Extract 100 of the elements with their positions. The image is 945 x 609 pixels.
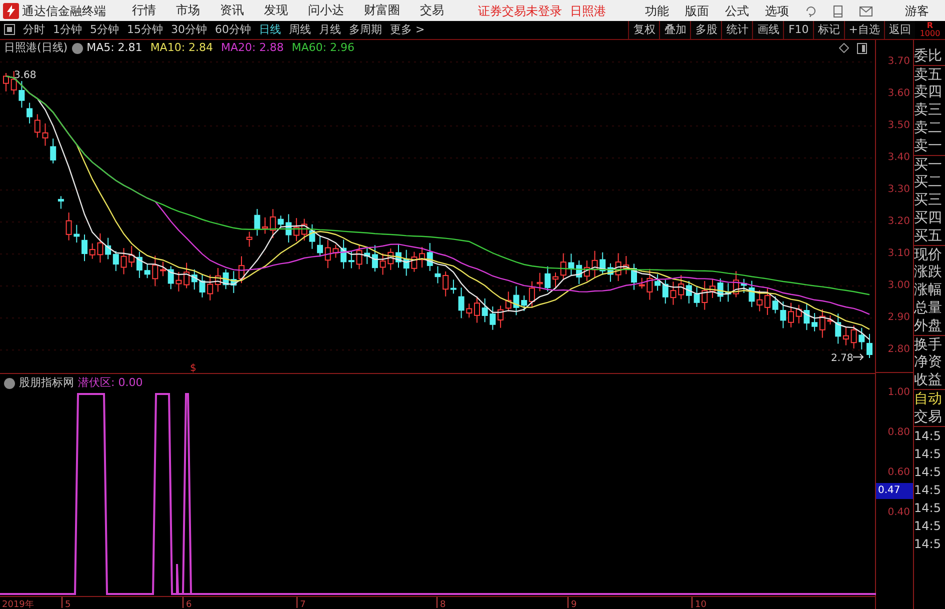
- toolbar-button[interactable]: +自选: [844, 21, 884, 39]
- candlestick: [324, 239, 331, 269]
- candlestick: [866, 333, 872, 358]
- toolbar-button[interactable]: 标记: [812, 21, 844, 39]
- menu-item[interactable]: 选项: [761, 2, 793, 20]
- cursor-value-label: 0.47: [876, 483, 913, 499]
- candlestick: [246, 231, 252, 248]
- quote-field-label: 换手: [914, 335, 945, 353]
- candlestick: [82, 234, 88, 262]
- ma-label: MA20: 2.88: [221, 40, 284, 56]
- collapse-icon[interactable]: [4, 378, 15, 388]
- trade-time: 14:5: [914, 536, 942, 553]
- candlestick: [160, 261, 166, 277]
- toolbar-button[interactable]: 返回: [884, 21, 915, 39]
- quote-tab[interactable]: 自动: [914, 390, 945, 408]
- candlestick: [74, 224, 80, 244]
- candlestick: [623, 256, 630, 275]
- period-tab[interactable]: 更多 >: [386, 21, 429, 39]
- menu-item[interactable]: 资讯: [210, 0, 254, 21]
- candlestick: [238, 256, 244, 284]
- period-tab[interactable]: 分时: [19, 21, 49, 39]
- candlestick: [3, 72, 9, 92]
- menu-item[interactable]: 公式: [721, 2, 753, 20]
- menu-item[interactable]: 财富圈: [354, 0, 410, 21]
- trade-time: 14:5: [914, 500, 942, 517]
- menu-item[interactable]: 行情: [122, 0, 166, 21]
- toolbar-button[interactable]: 多股: [690, 21, 722, 39]
- app-title: 通达信金融终端: [22, 2, 106, 20]
- period-tab[interactable]: 60分钟: [211, 21, 255, 39]
- candlestick: [434, 266, 441, 284]
- toolbar-button[interactable]: 画线: [752, 21, 784, 39]
- candlestick: [18, 80, 25, 108]
- low-price-label: 2.78: [831, 353, 854, 364]
- menu-item[interactable]: 版面: [681, 2, 713, 20]
- logo-icon: [3, 2, 19, 18]
- trade-time: 14:5: [914, 482, 942, 499]
- candlestick: [396, 244, 402, 268]
- quote-field-label: 总量: [914, 299, 943, 317]
- toolbar-button[interactable]: 复权: [628, 21, 660, 39]
- user-label[interactable]: 游客: [905, 2, 929, 20]
- panel-toggle-icon[interactable]: [857, 40, 867, 57]
- candlestick: [230, 270, 237, 294]
- ma-label: MA5: 2.81: [86, 40, 142, 56]
- candlestick: [788, 302, 794, 328]
- candlestick: [58, 196, 64, 210]
- menu-item[interactable]: 问小达: [298, 0, 354, 21]
- candlestick: [176, 271, 182, 292]
- candlestick: [694, 286, 700, 308]
- candlestick: [474, 296, 480, 324]
- toolbar-button[interactable]: F10: [783, 21, 813, 39]
- candlestick: [356, 244, 362, 270]
- candlestick: [702, 280, 708, 310]
- time-axis-label: 8: [440, 600, 446, 608]
- candlestick: [380, 252, 386, 276]
- candlestick: [482, 298, 488, 323]
- candlestick: [278, 215, 284, 228]
- candlestick: [710, 278, 716, 298]
- menu-item[interactable]: 功能: [641, 2, 673, 20]
- period-tab[interactable]: 1分钟: [49, 21, 86, 39]
- collapse-icon[interactable]: [72, 43, 83, 54]
- quote-tab[interactable]: 交易: [914, 408, 945, 426]
- period-tab[interactable]: 30分钟: [167, 21, 211, 39]
- period-tab[interactable]: 15分钟: [123, 21, 167, 39]
- candlestick: [332, 244, 339, 258]
- candlestick: [858, 327, 865, 350]
- signal-mark: $: [190, 363, 196, 373]
- quote-field-label: 卖五: [914, 65, 945, 83]
- candlestick: [120, 248, 127, 275]
- toolbar-button[interactable]: 统计: [721, 21, 752, 39]
- period-tab[interactable]: 5分钟: [86, 21, 123, 39]
- candlestick: [592, 250, 598, 278]
- menu-item[interactable]: 发现: [254, 0, 298, 21]
- time-axis-label: 9: [571, 600, 577, 608]
- candlestick: [388, 248, 394, 270]
- price-axis-label: 3.00: [886, 279, 911, 293]
- trade-time: 14:5: [914, 428, 942, 445]
- period-tab[interactable]: 周线: [285, 21, 315, 39]
- quote-field-label: 涨跌: [914, 263, 943, 281]
- time-axis-label: 2019年: [2, 600, 34, 608]
- quote-field-label: 买三: [914, 191, 943, 209]
- quote-field-label: 卖二: [914, 119, 943, 137]
- menu-item[interactable]: 交易: [410, 0, 454, 21]
- candlestick: [301, 218, 308, 242]
- period-tab[interactable]: 日线: [255, 21, 285, 39]
- badge-letter: R: [926, 22, 934, 30]
- time-axis-label: 7: [300, 600, 306, 608]
- period-tab[interactable]: 多周期: [345, 21, 386, 39]
- login-status[interactable]: 证券交易未登录: [478, 2, 562, 20]
- candlestick: [804, 302, 810, 331]
- candlestick: [646, 268, 653, 300]
- period-tab[interactable]: 月线: [315, 21, 345, 39]
- toolbar-button[interactable]: 叠加: [659, 21, 690, 39]
- quote-field-label: 净资: [914, 353, 943, 371]
- indicator-name: 股朋指标网: [19, 374, 74, 391]
- candlestick: [772, 296, 778, 314]
- menu-item[interactable]: 市场: [166, 0, 210, 21]
- quote-field-label: 买五: [914, 227, 943, 245]
- candlestick: [89, 242, 96, 260]
- candlestick: [670, 281, 676, 306]
- quote-field-label: 委比: [914, 47, 943, 65]
